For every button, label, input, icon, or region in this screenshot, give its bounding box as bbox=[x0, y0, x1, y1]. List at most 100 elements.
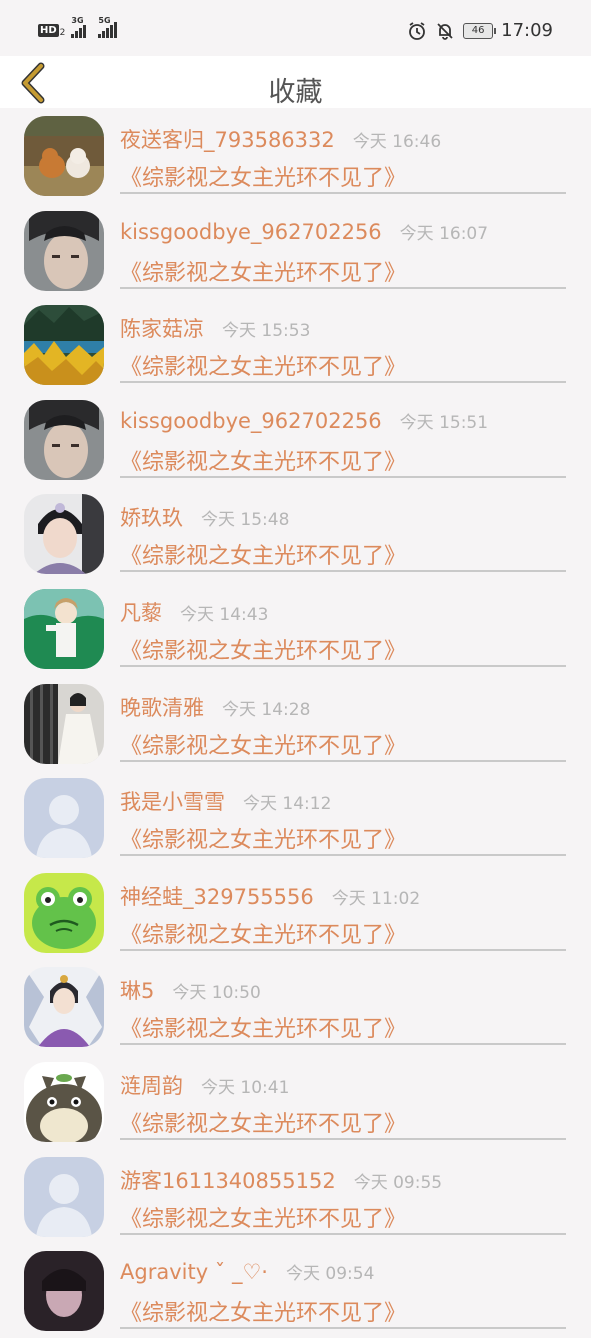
man-portrait-avatar-image bbox=[24, 210, 104, 291]
book-title[interactable]: 《综影视之女主光环不见了》 bbox=[120, 917, 406, 949]
username-text: 神经蛙_329755556 bbox=[120, 884, 314, 909]
username: 夜送客归_793586332 今天 16:46 bbox=[120, 124, 441, 154]
book-title[interactable]: 《综影视之女主光环不见了》 bbox=[120, 349, 406, 381]
battery-icon: 46 bbox=[463, 22, 497, 39]
timestamp: 今天 10:41 bbox=[201, 1077, 290, 1098]
bell-off-icon bbox=[437, 22, 453, 40]
alarm-icon bbox=[409, 21, 426, 40]
divider bbox=[120, 475, 566, 478]
list-item[interactable]: 晚歌清雅 今天 14:28 《综影视之女主光环不见了》 bbox=[0, 676, 591, 771]
timestamp: 今天 16:46 bbox=[352, 132, 442, 152]
divider bbox=[120, 854, 566, 857]
divider bbox=[120, 381, 566, 384]
costume-woman-avatar-image bbox=[24, 494, 104, 575]
drawn-woman-avatar-image bbox=[24, 967, 104, 1048]
username: 涟周韵 今天 10:41 bbox=[120, 1070, 289, 1100]
divider bbox=[120, 759, 566, 762]
favorites-list: 夜送客归_793586332 今天 16:46 《综影视之女主光环不见了》 kis… bbox=[0, 108, 591, 1338]
list-item[interactable]: 夜送客归_793586332 今天 16:46 《综影视之女主光环不见了》 bbox=[0, 108, 591, 203]
book-title[interactable]: 《综影视之女主光环不见了》 bbox=[120, 444, 406, 476]
white-dress-avatar-image bbox=[24, 683, 104, 764]
sim2-label: 2 bbox=[59, 28, 66, 38]
page-title: 收藏 bbox=[268, 77, 323, 108]
net-3g-label: 3G bbox=[71, 16, 84, 25]
avatar[interactable] bbox=[24, 1156, 104, 1237]
timestamp: 今天 15:48 bbox=[201, 510, 290, 531]
username: 游客1611340855152 今天 09:55 bbox=[120, 1165, 442, 1195]
username-text: 晚歌清雅 bbox=[120, 695, 204, 720]
username-text: 琳5 bbox=[120, 979, 155, 1004]
book-title[interactable]: 《综影视之女主光环不见了》 bbox=[120, 633, 406, 665]
default-user-avatar-image bbox=[24, 1156, 104, 1237]
avatar[interactable] bbox=[24, 967, 104, 1048]
clock-time: 17:09 bbox=[501, 20, 553, 41]
divider bbox=[120, 1043, 566, 1046]
avatar[interactable] bbox=[24, 778, 104, 859]
list-item[interactable]: 凡藜 今天 14:43 《综影视之女主光环不见了》 bbox=[0, 581, 591, 676]
username-text: 陈家菇凉 bbox=[120, 317, 204, 342]
book-title[interactable]: 《综影视之女主光环不见了》 bbox=[120, 160, 406, 192]
username-text: 我是小雪雪 bbox=[120, 790, 225, 815]
username: 娇玖玖 今天 15:48 bbox=[120, 502, 289, 532]
divider bbox=[120, 570, 566, 573]
book-title[interactable]: 《综影视之女主光环不见了》 bbox=[120, 255, 406, 287]
signal-3g-icon: 3G bbox=[71, 16, 87, 38]
default-user-avatar-image bbox=[24, 778, 104, 859]
book-title[interactable]: 《综影视之女主光环不见了》 bbox=[120, 1106, 406, 1138]
list-item[interactable]: 游客1611340855152 今天 09:55 《综影视之女主光环不见了》 bbox=[0, 1149, 591, 1244]
avatar[interactable] bbox=[24, 494, 104, 575]
divider bbox=[120, 1137, 566, 1140]
username: 陈家菇凉 今天 15:53 bbox=[120, 313, 310, 343]
avatar[interactable] bbox=[24, 588, 104, 669]
avatar[interactable] bbox=[24, 305, 104, 386]
list-item[interactable]: kissgoodbye_962702256 今天 16:07 《综影视之女主光环不… bbox=[0, 203, 591, 298]
status-bar: HD 2 3G 5G 46 17:09 bbox=[0, 0, 591, 56]
divider bbox=[120, 192, 566, 194]
list-item[interactable]: kissgoodbye_962702256 今天 15:51 《综影视之女主光环不… bbox=[0, 392, 591, 487]
list-item[interactable]: 娇玖玖 今天 15:48 《综影视之女主光环不见了》 bbox=[0, 486, 591, 581]
timestamp: 今天 09:54 bbox=[285, 1264, 375, 1285]
username-text: Agravity ˇ _♡· bbox=[120, 1260, 268, 1285]
divider bbox=[120, 948, 566, 951]
username-text: 夜送客归_793586332 bbox=[120, 128, 335, 152]
list-item[interactable]: 我是小雪雪 今天 14:12 《综影视之女主光环不见了》 bbox=[0, 770, 591, 865]
timestamp: 今天 15:51 bbox=[399, 412, 489, 433]
avatar[interactable] bbox=[24, 1061, 104, 1142]
autumn-lake-avatar-image bbox=[24, 305, 104, 386]
timestamp: 今天 11:02 bbox=[331, 888, 421, 909]
timestamp: 今天 14:28 bbox=[222, 699, 311, 720]
username: 晚歌清雅 今天 14:28 bbox=[120, 692, 310, 722]
totoro-avatar-image bbox=[24, 1061, 104, 1142]
avatar[interactable] bbox=[24, 116, 104, 196]
timestamp: 今天 10:50 bbox=[172, 983, 261, 1004]
username-text: 涟周韵 bbox=[120, 1073, 183, 1098]
divider bbox=[120, 664, 566, 667]
list-item[interactable]: 涟周韵 今天 10:41 《综影视之女主光环不见了》 bbox=[0, 1054, 591, 1149]
avatar[interactable] bbox=[24, 1251, 104, 1332]
book-title[interactable]: 《综影视之女主光环不见了》 bbox=[120, 1011, 406, 1043]
avatar[interactable] bbox=[24, 210, 104, 291]
list-item[interactable]: 琳5 今天 10:50 《综影视之女主光环不见了》 bbox=[0, 959, 591, 1054]
book-title[interactable]: 《综影视之女主光环不见了》 bbox=[120, 728, 406, 760]
username: 琳5 今天 10:50 bbox=[120, 975, 261, 1005]
signal-5g-icon: 5G bbox=[98, 16, 118, 38]
man-portrait-avatar-image bbox=[24, 399, 104, 480]
username: Agravity ˇ _♡· 今天 09:54 bbox=[120, 1259, 374, 1284]
list-item[interactable]: 陈家菇凉 今天 15:53 《综影视之女主光环不见了》 bbox=[0, 297, 591, 392]
book-title[interactable]: 《综影视之女主光环不见了》 bbox=[120, 1295, 406, 1327]
list-item[interactable]: 神经蛙_329755556 今天 11:02 《综影视之女主光环不见了》 bbox=[0, 865, 591, 960]
username: 我是小雪雪 今天 14:12 bbox=[120, 786, 331, 816]
list-item[interactable]: Agravity ˇ _♡· 今天 09:54 《综影视之女主光环不见了》 bbox=[0, 1243, 591, 1338]
timestamp: 今天 14:43 bbox=[180, 604, 269, 625]
username: kissgoodbye_962702256 今天 15:51 bbox=[120, 408, 488, 433]
avatar[interactable] bbox=[24, 872, 104, 953]
status-left: HD 2 3G 5G bbox=[38, 16, 118, 38]
book-title[interactable]: 《综影视之女主光环不见了》 bbox=[120, 1201, 406, 1233]
avatar[interactable] bbox=[24, 683, 104, 764]
username-text: kissgoodbye_962702256 bbox=[120, 219, 382, 244]
username: kissgoodbye_962702256 今天 16:07 bbox=[120, 219, 488, 244]
book-title[interactable]: 《综影视之女主光环不见了》 bbox=[120, 538, 406, 570]
avatar[interactable] bbox=[24, 399, 104, 480]
timestamp: 今天 15:53 bbox=[222, 321, 311, 342]
book-title[interactable]: 《综影视之女主光环不见了》 bbox=[120, 822, 406, 854]
